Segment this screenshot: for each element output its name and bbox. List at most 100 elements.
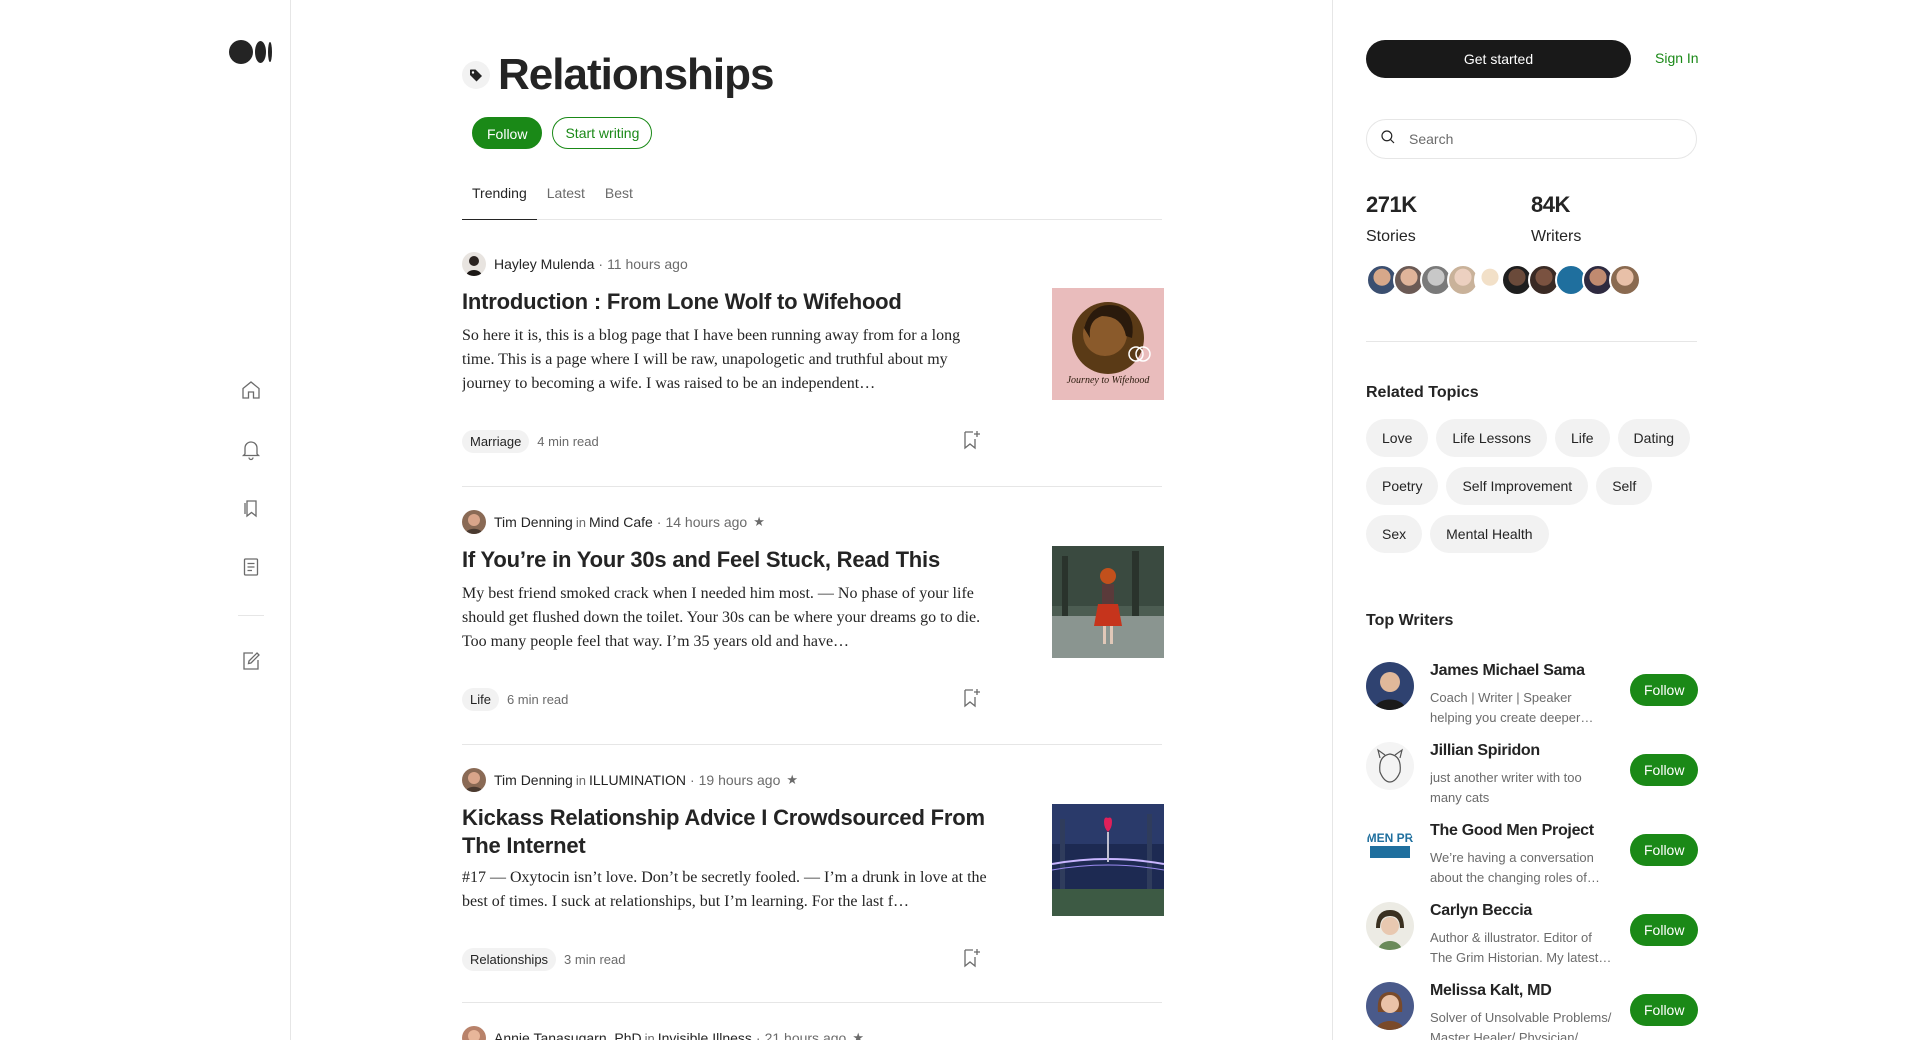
start-writing-button[interactable]: Start writing [552,117,653,149]
avatar[interactable] [1609,264,1641,296]
writer-name[interactable]: James Michael Sama [1430,662,1585,680]
published-time: 14 hours ago [665,514,748,530]
writer-name[interactable]: The Good Men Project [1430,822,1594,840]
writer-avatars [1366,264,1641,296]
article-thumbnail[interactable]: Journey to Wifehood [1052,288,1164,400]
avatar[interactable] [1366,902,1414,950]
author-name[interactable]: Tim Denning [494,514,573,530]
topic-chip[interactable]: Life [1554,419,1610,457]
home-icon[interactable] [238,377,264,403]
follow-writer-button[interactable]: Follow [1630,834,1699,866]
avatar[interactable] [1366,982,1414,1030]
notifications-icon[interactable] [238,436,264,462]
topic-chip[interactable]: Sex [1366,515,1423,553]
published-time: 21 hours ago [764,1030,847,1040]
article-tag[interactable]: Relationships [462,948,557,971]
article-title[interactable]: Introduction : From Lone Wolf to Wifehoo… [462,288,992,316]
writers-stat: 84K Writers [1531,192,1581,246]
follow-topic-button[interactable]: Follow [472,117,543,149]
topic-chip[interactable]: Life Lessons [1436,419,1547,457]
publication-name[interactable]: Mind Cafe [589,514,653,530]
article-title[interactable]: If You’re in Your 30s and Feel Stuck, Re… [462,546,992,574]
topic-chip[interactable]: Mental Health [1430,515,1549,553]
meta-dot: · [755,1030,761,1040]
bookmark-icon[interactable] [959,428,983,452]
article-card[interactable]: Hayley Mulenda · 11 hours ago Introducti… [462,252,1164,487]
author-avatar[interactable] [462,768,486,792]
stories-icon[interactable] [238,554,264,580]
topic-actions: Follow Start writing [472,117,653,149]
follow-writer-button[interactable]: Follow [1630,754,1699,786]
article-meta: Hayley Mulenda · 11 hours ago [462,252,1162,276]
follow-writer-button[interactable]: Follow [1630,914,1699,946]
topic-header: Relationships [462,50,774,100]
tab-best[interactable]: Best [595,175,643,220]
topic-chip[interactable]: Self Improvement [1446,467,1589,505]
writer-bio: Solver of Unsolvable Problems/ Master He… [1430,1010,1612,1040]
bookmark-icon[interactable] [959,946,983,970]
article-excerpt[interactable]: My best friend smoked crack when I neede… [462,582,990,654]
read-time: 6 min read [506,692,569,707]
search-box[interactable] [1366,119,1697,159]
writer-row: Jillian Spiridon just another writer wit… [1366,742,1699,805]
article-tag[interactable]: Marriage [462,430,530,453]
topic-chip[interactable]: Self [1596,467,1653,505]
article-title[interactable]: Kickass Relationship Advice I Crowdsourc… [462,804,992,860]
tab-trending[interactable]: Trending [462,175,537,220]
avatar[interactable] [1366,742,1414,790]
author-avatar[interactable] [462,510,486,534]
member-star-icon: ★ [852,1030,864,1040]
follow-writer-button[interactable]: Follow [1630,674,1699,706]
writer-bio: Coach | Writer | Speaker helping you cre… [1430,690,1594,725]
writer-name[interactable]: Jillian Spiridon [1430,742,1540,760]
topic-chip[interactable]: Love [1366,419,1429,457]
article-card[interactable]: Tim Denning in ILLUMINATION · 19 hours a… [462,768,1164,1003]
right-sidebar: Get started Sign In 271K Stories 84K Wri… [1332,0,1920,1040]
author-name[interactable]: Hayley Mulenda [494,256,594,272]
medium-logo[interactable] [229,39,272,64]
read-time: 4 min read [537,434,599,449]
follow-writer-button[interactable]: Follow [1630,994,1699,1026]
article-excerpt[interactable]: #17 — Oxytocin isn’t love. Don’t be secr… [462,866,990,914]
author-avatar[interactable] [462,252,486,276]
publication-name[interactable]: Invisible Illness [658,1030,752,1040]
author-name[interactable]: Tim Denning [494,772,573,788]
article-meta: Tim Denning in Mind Cafe · 14 hours ago … [462,510,1162,534]
meta-dot: · [689,772,695,788]
writer-row: Carlyn Beccia Author & illustrator. Edit… [1366,902,1699,965]
avatar[interactable] [1366,662,1414,710]
article-footer: Life 6 min read [462,688,568,711]
article-footer: Marriage 4 min read [462,430,599,453]
sidebar-divider [1366,341,1697,342]
writer-bio: We’re having a conversation about the ch… [1430,850,1600,885]
get-started-button[interactable]: Get started [1366,40,1631,78]
topic-chip[interactable]: Dating [1617,419,1691,457]
search-input[interactable] [1409,131,1669,147]
article-card[interactable]: Tim Denning in Mind Cafe · 14 hours ago … [462,510,1164,745]
published-time: 19 hours ago [698,772,781,788]
avatar-logo-text: GOOD MEN PROJECT [1366,831,1414,845]
member-star-icon: ★ [753,514,765,529]
author-avatar[interactable] [462,1026,486,1040]
article-tag[interactable]: Life [462,688,499,711]
article-card[interactable]: Annie Tanasugarn, PhD in Invisible Illne… [462,1026,1162,1040]
topic-chip[interactable]: Poetry [1366,467,1439,505]
writer-row: GOOD MEN PROJECT The Good Men Project We… [1366,822,1699,885]
article-footer: Relationships 3 min read [462,948,625,971]
article-excerpt[interactable]: So here it is, this is a blog page that … [462,324,990,396]
article-thumbnail[interactable] [1052,804,1164,916]
author-name[interactable]: Annie Tanasugarn, PhD [494,1030,642,1040]
thumbnail-caption: Journey to Wifehood [1067,375,1151,386]
article-thumbnail[interactable] [1052,546,1164,658]
writer-name[interactable]: Carlyn Beccia [1430,902,1532,920]
related-topics-list: Love Life Lessons Life Dating Poetry Sel… [1366,419,1706,553]
publication-name[interactable]: ILLUMINATION [589,772,686,788]
sign-in-link[interactable]: Sign In [1655,50,1699,66]
write-icon[interactable] [238,648,264,674]
tab-latest[interactable]: Latest [537,175,595,220]
avatar[interactable]: GOOD MEN PROJECT [1366,822,1414,870]
writer-name[interactable]: Melissa Kalt, MD [1430,982,1552,1000]
library-icon[interactable] [238,495,264,521]
bookmark-icon[interactable] [959,686,983,710]
rail-divider [238,615,264,616]
